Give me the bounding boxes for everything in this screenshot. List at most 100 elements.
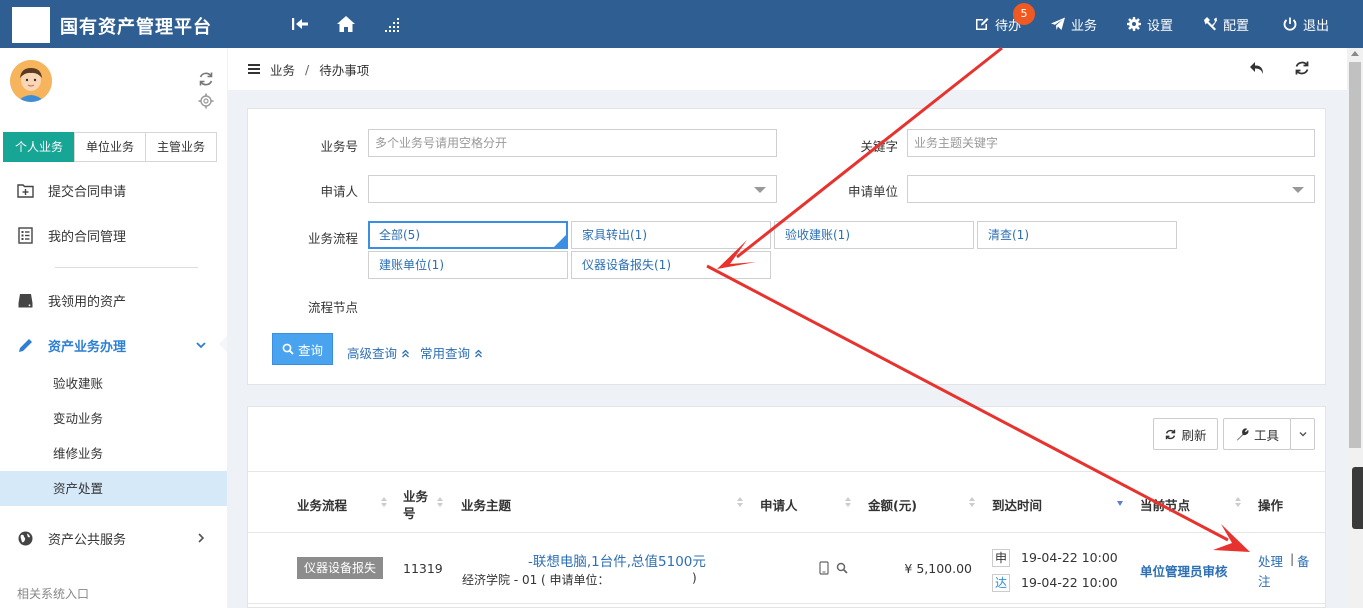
selected-check-icon xyxy=(554,235,566,247)
scrollbar-thumb[interactable] xyxy=(1349,62,1361,448)
breadcrumb-parent[interactable]: 业务 xyxy=(270,60,295,79)
flow-chip-inventory[interactable]: 清查(1) xyxy=(977,221,1177,249)
nav-logout[interactable]: 退出 xyxy=(1282,0,1329,48)
home-icon[interactable] xyxy=(335,13,357,35)
biz-no-input[interactable] xyxy=(368,129,777,157)
sidebar-item-label: 资产公共服务 xyxy=(48,532,127,548)
avatar[interactable] xyxy=(10,60,52,102)
sort-icon[interactable] xyxy=(436,495,444,509)
todo-badge: 5 xyxy=(1013,3,1035,25)
back-icon[interactable] xyxy=(1248,59,1266,77)
applicant-select[interactable] xyxy=(368,175,777,203)
edit-icon xyxy=(976,18,989,30)
related-systems-label: 相关系统入口 xyxy=(17,587,90,601)
wrench-icon xyxy=(1236,427,1249,440)
col-flow-header[interactable]: 业务流程 xyxy=(297,495,347,514)
col-arrival-header[interactable]: 到达时间 xyxy=(992,495,1042,514)
advanced-query-link[interactable]: 高级查询 xyxy=(347,343,410,362)
flow-chip-furniture-out[interactable]: 家具转出(1) xyxy=(571,221,771,249)
sidebar-subitem-disposal[interactable]: 资产处置 xyxy=(0,471,227,506)
col-applicant-header[interactable]: 申请人 xyxy=(760,495,798,514)
mobile-icon[interactable] xyxy=(819,561,829,575)
sync-icon[interactable] xyxy=(197,70,215,88)
apply-time: 19-04-22 10:00 xyxy=(1021,550,1118,565)
sidebar-subitem-repair[interactable]: 维修业务 xyxy=(0,436,227,471)
sort-icon[interactable] xyxy=(1234,495,1242,509)
tab-unit-business[interactable]: 单位业务 xyxy=(74,132,146,162)
common-query-link[interactable]: 常用查询 xyxy=(420,343,483,362)
sidebar-item-asset-business[interactable]: 资产业务办理 xyxy=(0,325,227,365)
keyword-input[interactable] xyxy=(907,129,1315,157)
col-bizno-header-line2: 号 xyxy=(403,506,416,521)
flow-chip-equipment-loss[interactable]: 仪器设备报失(1) xyxy=(571,251,771,279)
tools-button[interactable]: 工具 xyxy=(1223,418,1291,450)
nav-settings[interactable]: 设置 xyxy=(1126,0,1173,48)
sidebar-subitem-change[interactable]: 变动业务 xyxy=(0,401,227,436)
signal-icon[interactable] xyxy=(381,13,403,35)
menu-icon[interactable] xyxy=(248,64,260,74)
col-subject-header[interactable]: 业务主题 xyxy=(461,495,511,514)
query-button[interactable]: 查询 xyxy=(272,333,333,365)
side-floating-widget[interactable] xyxy=(1352,467,1363,529)
sidebar-subitem-acceptance[interactable]: 验收建账 xyxy=(0,366,227,401)
note-link[interactable]: 备 xyxy=(1297,551,1310,570)
col-action-header: 操作 xyxy=(1258,498,1284,513)
hard-drive-icon xyxy=(18,293,33,307)
sort-icon[interactable] xyxy=(380,495,388,509)
tab-supervisor-business[interactable]: 主管业务 xyxy=(145,132,217,162)
applicant-label: 申请人 xyxy=(320,184,358,199)
nav-settings-label: 设置 xyxy=(1147,18,1174,34)
flow-chip-label: 仪器设备报失(1) xyxy=(582,258,671,272)
tools-dropdown-button[interactable] xyxy=(1290,418,1315,450)
reload-icon[interactable] xyxy=(1293,59,1311,77)
tab-personal-business[interactable]: 个人业务 xyxy=(3,132,75,162)
scroll-up-arrow-icon[interactable] xyxy=(1351,51,1359,56)
sidebar-item-label: 资产业务办理 xyxy=(48,339,127,355)
sort-icon[interactable] xyxy=(736,495,744,509)
row-divider xyxy=(248,603,1325,604)
dept-select[interactable] xyxy=(907,175,1315,203)
sidebar-item-submit-contract[interactable]: 提交合同申请 xyxy=(0,170,227,210)
search-icon[interactable] xyxy=(836,562,848,574)
flow-chip-acceptance[interactable]: 验收建账(1) xyxy=(774,221,974,249)
flow-chip-all[interactable]: 全部(5) xyxy=(368,221,568,249)
col-node-header[interactable]: 当前节点 xyxy=(1140,495,1190,514)
nav-config[interactable]: 配置 xyxy=(1202,0,1249,48)
dropdown-caret-icon xyxy=(1292,187,1304,193)
sidebar-item-label: 我的合同管理 xyxy=(48,229,127,245)
sidebar-item-my-assets[interactable]: 我领用的资产 xyxy=(0,280,227,320)
breadcrumb-current: 待办事项 xyxy=(319,62,370,78)
app-title: 国有资产管理平台 xyxy=(60,17,212,38)
sort-icon[interactable] xyxy=(968,495,976,509)
search-icon xyxy=(282,343,294,355)
settings-gear-icon[interactable] xyxy=(197,92,215,110)
chevron-right-icon xyxy=(198,533,205,543)
current-node-link[interactable]: 单位管理员审核 xyxy=(1140,561,1228,580)
sidebar: 个人业务 单位业务 主管业务 提交合同申请 我的合同管理 我领用的资产 资产业务… xyxy=(0,48,227,608)
nav-business[interactable]: 业务 xyxy=(1050,0,1097,48)
refresh-label: 刷新 xyxy=(1181,427,1207,443)
sidebar-item-public-service[interactable]: 资产公共服务 xyxy=(0,518,227,558)
list-document-icon xyxy=(18,226,33,244)
subject-link[interactable]: -联想电脑,1台件,总值5100元 xyxy=(528,550,706,570)
chevron-down-icon xyxy=(196,342,206,349)
globe-icon xyxy=(18,531,33,545)
pencil-icon xyxy=(19,338,32,352)
sidebar-item-my-contracts[interactable]: 我的合同管理 xyxy=(0,215,227,255)
arrive-time: 19-04-22 10:00 xyxy=(1021,575,1118,590)
sort-icon[interactable] xyxy=(844,495,852,509)
folder-plus-icon xyxy=(17,183,34,198)
note-link-line2[interactable]: 注 xyxy=(1258,571,1271,590)
refresh-button[interactable]: 刷新 xyxy=(1153,418,1218,450)
advanced-query-label: 高级查询 xyxy=(347,346,398,361)
flow-chip-account-unit[interactable]: 建账单位(1) xyxy=(368,251,568,279)
apply-tag: 申 xyxy=(992,549,1010,567)
sidebar-divider xyxy=(55,267,198,268)
business-scope-tabs: 个人业务 单位业务 主管业务 xyxy=(3,132,217,162)
sort-desc-icon[interactable] xyxy=(1116,497,1124,511)
col-amount-header[interactable]: 金额(元) xyxy=(868,495,917,514)
collapse-sidebar-icon[interactable] xyxy=(289,13,311,35)
tools-icon xyxy=(1204,17,1217,31)
nav-config-label: 配置 xyxy=(1223,18,1250,34)
process-link[interactable]: 处理 xyxy=(1258,551,1283,570)
